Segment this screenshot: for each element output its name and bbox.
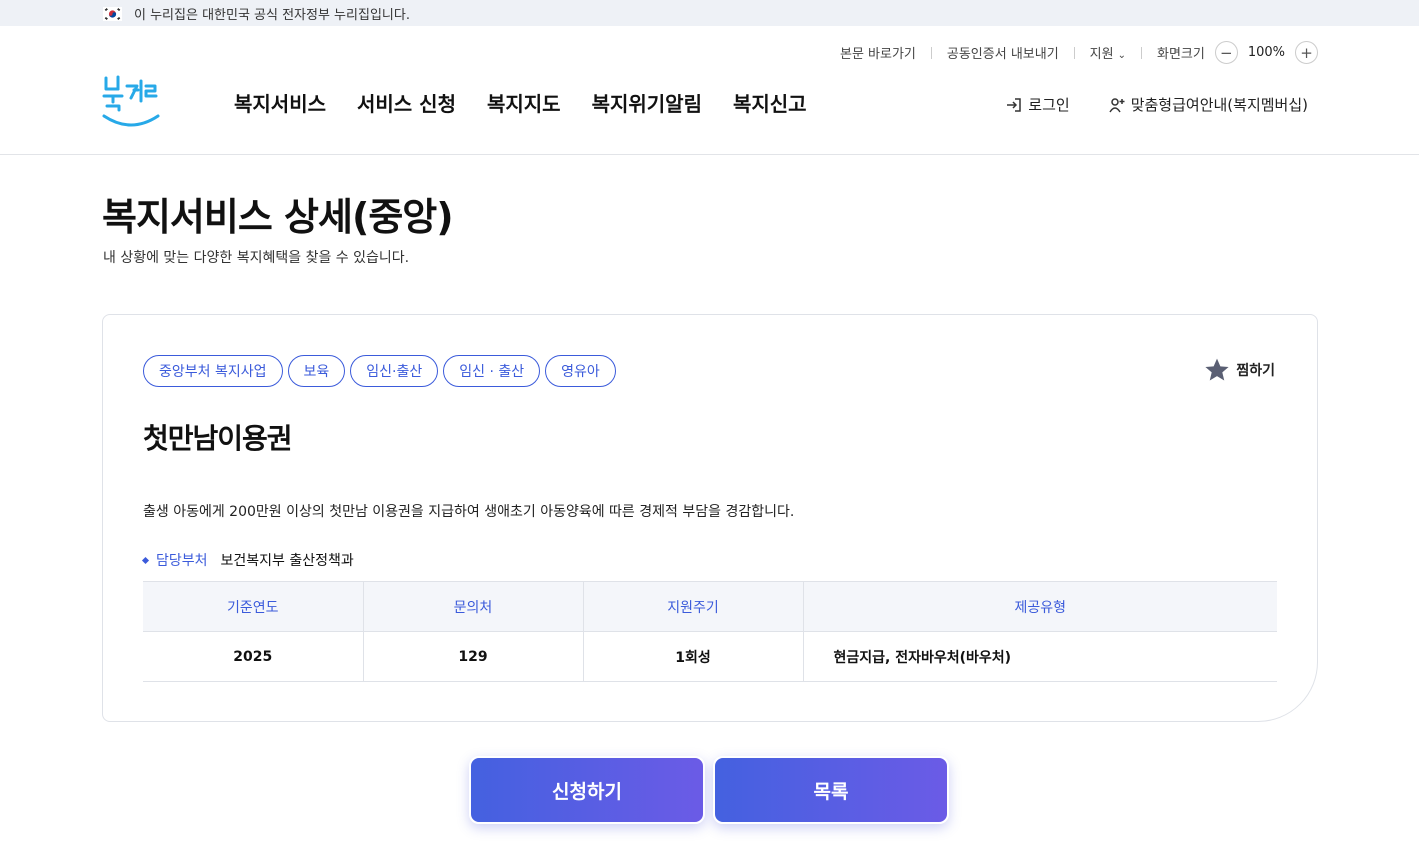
col-support-cycle: 지원주기 — [583, 581, 804, 632]
service-info-table: 기준연도 문의처 지원주기 제공유형 2025 129 1회성 현금지급, 전자… — [143, 581, 1277, 682]
nav-item-welfare-report[interactable]: 복지신고 — [733, 88, 807, 117]
divider — [930, 46, 932, 59]
service-tags: 중앙부처 복지사업 보육 임신·출산 임신 · 출산 영유아 — [143, 355, 621, 387]
apply-button[interactable]: 신청하기 — [469, 756, 705, 824]
favorite-label: 찜하기 — [1236, 363, 1275, 379]
main-nav: 복지서비스 서비스 신청 복지지도 복지위기알림 복지신고 — [234, 88, 838, 117]
skip-to-content-link[interactable]: 본문 바로가기 — [840, 43, 916, 62]
service-title: 첫만남이용권 — [143, 422, 293, 455]
nav-item-welfare-service[interactable]: 복지서비스 — [234, 88, 326, 117]
tag-pregnancy-birth[interactable]: 임신·출산 — [350, 355, 439, 387]
member-menu: 로그인 맞춤형급여안내(복지멤버십) — [1005, 94, 1308, 115]
cell-contact: 129 — [363, 631, 584, 682]
list-button[interactable]: 목록 — [713, 756, 949, 824]
nav-item-service-apply[interactable]: 서비스 신청 — [357, 88, 456, 117]
page-title: 복지서비스 상세(중앙) — [102, 195, 454, 239]
department-value: 보건복지부 출산정책과 — [220, 553, 354, 569]
support-label: 지원 — [1089, 47, 1114, 62]
tag-infant[interactable]: 영유아 — [545, 355, 616, 387]
nav-item-welfare-map[interactable]: 복지지도 — [487, 88, 561, 117]
col-provision-type: 제공유형 — [803, 581, 1277, 632]
divider — [1140, 46, 1142, 59]
chevron-down-icon: ⌄ — [1117, 50, 1126, 61]
favorite-button[interactable]: 찜하기 — [1204, 357, 1275, 383]
gov-banner-text: 이 누리집은 대한민국 공식 전자정부 누리집입니다. — [134, 8, 410, 23]
nav-item-crisis-alert[interactable]: 복지위기알림 — [592, 88, 702, 117]
department-info: 담당부처 보건복지부 출산정책과 — [141, 550, 354, 570]
service-detail-card: 중앙부처 복지사업 보육 임신·출산 임신 · 출산 영유아 찜하기 첫만남이용… — [102, 314, 1318, 722]
action-buttons: 신청하기 목록 — [469, 756, 957, 824]
gov-banner: 이 누리집은 대한민국 공식 전자정부 누리집입니다. — [0, 0, 1419, 26]
screen-size-label: 화면크기 — [1156, 47, 1205, 62]
department-label: 담당부처 — [156, 553, 208, 569]
user-plus-icon — [1109, 97, 1125, 112]
cell-base-year: 2025 — [143, 631, 364, 682]
col-contact: 문의처 — [363, 581, 584, 632]
membership-label: 맞춤형급여안내(복지멤버십) — [1130, 96, 1308, 114]
utility-menu: 본문 바로가기 공동인증서 내보내기 지원 ⌄ 화면크기 − 100% + — [840, 41, 1318, 64]
tag-central-ministry[interactable]: 중앙부처 복지사업 — [143, 355, 283, 387]
star-icon — [1205, 358, 1229, 381]
login-link[interactable]: 로그인 — [1005, 94, 1070, 115]
cell-support-cycle: 1회성 — [583, 631, 804, 682]
bokjiro-logo[interactable] — [100, 72, 162, 128]
page-description: 내 상황에 맞는 다양한 복지혜택을 찾을 수 있습니다. — [103, 250, 410, 266]
zoom-out-button[interactable]: − — [1214, 41, 1238, 64]
zoom-in-button[interactable]: + — [1295, 41, 1318, 64]
membership-link[interactable]: 맞춤형급여안내(복지멤버십) — [1108, 94, 1308, 115]
col-base-year: 기준연도 — [143, 581, 364, 632]
table-row: 2025 129 1회성 현금지급, 전자바우처(바우처) — [143, 631, 1277, 682]
korea-flag-icon — [103, 6, 122, 21]
login-icon — [1007, 97, 1022, 112]
divider — [1073, 46, 1075, 59]
zoom-value: 100% — [1247, 45, 1285, 60]
header-divider — [0, 154, 1419, 155]
table-header-row: 기준연도 문의처 지원주기 제공유형 — [143, 581, 1277, 632]
export-cert-link[interactable]: 공동인증서 내보내기 — [947, 43, 1059, 62]
bullet-icon — [141, 556, 150, 564]
login-label: 로그인 — [1028, 96, 1070, 114]
service-description: 출생 아동에게 200만원 이상의 첫만남 이용권을 지급하여 생애초기 아동양… — [143, 504, 795, 520]
tag-pregnancy-birth-2[interactable]: 임신 · 출산 — [443, 355, 541, 387]
cell-provision-type: 현금지급, 전자바우처(바우처) — [803, 631, 1277, 682]
support-menu[interactable]: 지원 ⌄ — [1090, 43, 1126, 62]
tag-childcare[interactable]: 보육 — [287, 355, 346, 387]
